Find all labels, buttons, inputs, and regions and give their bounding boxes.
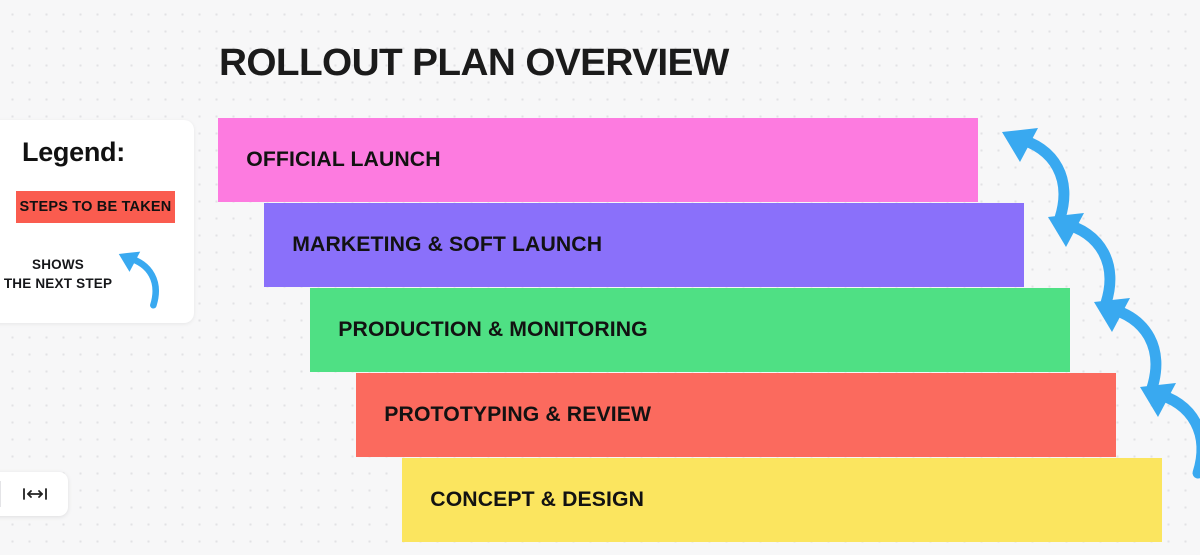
legend-swatch-label: STEPS TO BE TAKEN <box>19 199 172 215</box>
step-bar-label: PRODUCTION & MONITORING <box>338 318 648 341</box>
legend-panel: Legend: STEPS TO BE TAKEN SHOWS THE NEXT… <box>0 120 194 323</box>
step-bar-label: CONCEPT & DESIGN <box>430 488 645 511</box>
step-bar-production-monitoring[interactable]: PRODUCTION & MONITORING <box>310 288 1070 372</box>
legend-note-line-1: SHOWS <box>31 257 84 272</box>
legend-note-line-2: THE NEXT STEP <box>3 275 113 291</box>
legend-swatch: STEPS TO BE TAKEN <box>16 191 175 223</box>
step-bar-concept-design[interactable]: CONCEPT & DESIGN <box>402 458 1162 542</box>
curved-arrow-up-left-icon <box>118 251 159 309</box>
horizontal-resize-icon[interactable] <box>1 472 68 516</box>
step-bar-label: OFFICIAL LAUNCH <box>246 148 441 171</box>
step-bar-official-launch[interactable]: OFFICIAL LAUNCH <box>218 118 978 202</box>
legend-arrow-note: SHOWS THE NEXT STEP <box>2 256 114 293</box>
step-bar-label: MARKETING & SOFT LAUNCH <box>292 233 603 256</box>
page-title: ROLLOUT PLAN OVERVIEW <box>219 42 729 84</box>
step-bar-marketing-soft-launch[interactable]: MARKETING & SOFT LAUNCH <box>264 203 1024 287</box>
step-bar-prototyping-review[interactable]: PROTOTYPING & REVIEW <box>356 373 1116 457</box>
floating-toolbar <box>0 472 68 516</box>
legend-title: Legend: <box>22 137 125 167</box>
step-bar-label: PROTOTYPING & REVIEW <box>384 403 652 426</box>
